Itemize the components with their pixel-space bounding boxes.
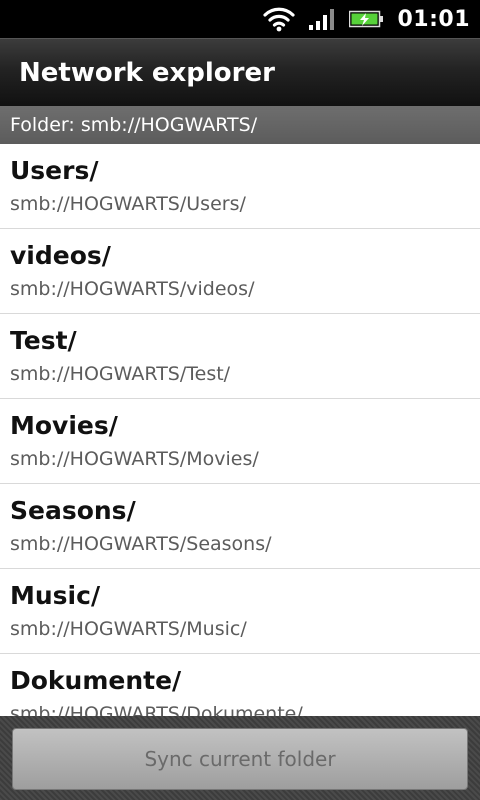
battery-charging-icon: [349, 9, 384, 29]
sync-button-label: Sync current folder: [144, 747, 336, 771]
folder-path: smb://HOGWARTS/Movies/: [10, 448, 259, 470]
folder-path: smb://HOGWARTS/Dokumente/: [10, 703, 303, 716]
list-item[interactable]: Seasons/ smb://HOGWARTS/Seasons/: [0, 484, 480, 569]
wifi-icon: [263, 6, 296, 32]
folder-path: smb://HOGWARTS/Test/: [10, 363, 231, 385]
list-item[interactable]: Users/ smb://HOGWARTS/Users/: [0, 144, 480, 229]
folder-name: Dokumente/: [10, 666, 182, 695]
list-item[interactable]: videos/ smb://HOGWARTS/videos/: [0, 229, 480, 314]
folder-name: Test/: [10, 326, 77, 355]
list-item[interactable]: Music/ smb://HOGWARTS/Music/: [0, 569, 480, 654]
folder-header: Folder: smb://HOGWARTS/: [0, 106, 480, 144]
folder-name: Music/: [10, 581, 101, 610]
folder-list[interactable]: Users/ smb://HOGWARTS/Users/ videos/ smb…: [0, 144, 480, 716]
page-title: Network explorer: [19, 57, 275, 88]
list-item[interactable]: Movies/ smb://HOGWARTS/Movies/: [0, 399, 480, 484]
folder-name: Movies/: [10, 411, 118, 440]
signal-icon: [309, 8, 335, 30]
folder-name: Users/: [10, 156, 99, 185]
folder-path: smb://HOGWARTS/Users/: [10, 193, 246, 215]
folder-path: smb://HOGWARTS/videos/: [10, 278, 255, 300]
status-bar: 01:01: [0, 0, 480, 38]
title-bar: Network explorer: [0, 38, 480, 106]
bottom-bar: Sync current folder: [0, 716, 480, 800]
folder-name: videos/: [10, 241, 111, 270]
current-folder-label: Folder: smb://HOGWARTS/: [10, 114, 258, 136]
sync-current-folder-button[interactable]: Sync current folder: [12, 728, 468, 790]
clock: 01:01: [397, 6, 470, 32]
list-item[interactable]: Dokumente/ smb://HOGWARTS/Dokumente/: [0, 654, 480, 716]
folder-path: smb://HOGWARTS/Seasons/: [10, 533, 272, 555]
list-item[interactable]: Test/ smb://HOGWARTS/Test/: [0, 314, 480, 399]
folder-path: smb://HOGWARTS/Music/: [10, 618, 247, 640]
folder-name: Seasons/: [10, 496, 136, 525]
